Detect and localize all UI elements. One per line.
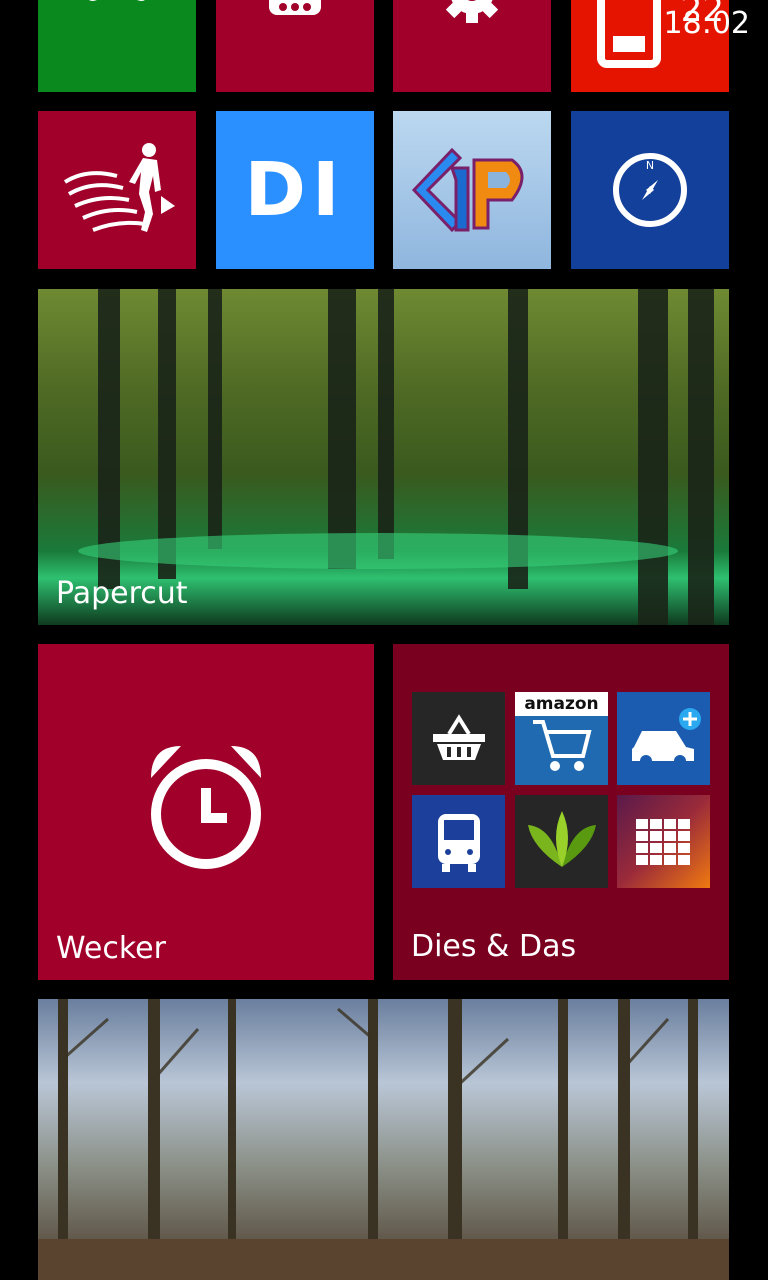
runner-tile[interactable] — [38, 111, 196, 269]
amazon-cart-icon — [532, 720, 592, 771]
alarm-tile-label: Wecker — [56, 931, 166, 966]
swamp-forest-image — [38, 289, 729, 625]
dies-das-folder-label: Dies & Das — [411, 929, 577, 964]
compass-icon: N — [571, 111, 729, 269]
dies-das-folder-tile[interactable]: amazon Dies & Das — [393, 644, 729, 980]
status-count: 22 — [680, 0, 724, 30]
leaf-icon — [527, 810, 596, 867]
svg-text:N: N — [646, 159, 654, 172]
ap-logo-tile[interactable] — [393, 111, 551, 269]
car-add-icon — [631, 707, 701, 767]
papercut-tile-label: Papercut — [56, 576, 188, 611]
calculator-icon — [216, 0, 374, 62]
alarm-clock-icon — [38, 644, 374, 976]
leaf-app[interactable] — [515, 795, 608, 888]
calculator-tile[interactable] — [216, 0, 374, 92]
basket-app[interactable] — [412, 692, 505, 785]
ap-logo-icon — [393, 111, 551, 269]
alarm-tile[interactable]: Wecker — [38, 644, 374, 980]
papercut-tile[interactable]: Papercut — [38, 289, 729, 625]
battery-icon — [597, 0, 661, 68]
gear-icon — [393, 0, 551, 72]
runner-icon — [38, 111, 196, 269]
calendar-app[interactable] — [617, 795, 710, 888]
xbox-tile[interactable] — [38, 0, 196, 92]
settings-tile[interactable] — [393, 0, 551, 92]
bus-icon — [437, 813, 480, 872]
compass-tile[interactable]: N — [571, 111, 729, 269]
gamepad-icon — [38, 0, 196, 62]
forest-photo-tile[interactable] — [38, 999, 729, 1280]
basket-icon — [432, 713, 485, 760]
amazon-app-text: amazon — [524, 694, 599, 714]
di-logo-text: DI — [244, 147, 346, 233]
bare-forest-image — [38, 999, 729, 1280]
amazon-app[interactable]: amazon — [515, 692, 608, 785]
car-app[interactable] — [617, 692, 710, 785]
bus-app[interactable] — [412, 795, 505, 888]
di-tile[interactable]: DI — [216, 111, 374, 269]
calendar-grid-icon — [635, 818, 690, 865]
